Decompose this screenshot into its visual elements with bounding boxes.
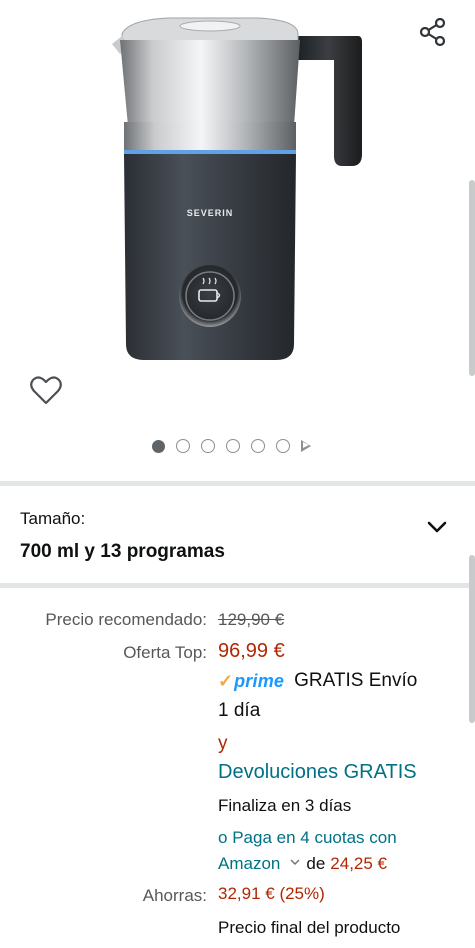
- recommended-price-label: Precio recomendado:: [45, 610, 207, 629]
- brand-logo: SEVERIN: [187, 208, 234, 218]
- free-returns-link[interactable]: Devoluciones GRATIS: [218, 761, 417, 784]
- savings-label: Ahorras:: [142, 886, 207, 905]
- final-price-note: Precio final del producto: [218, 918, 401, 937]
- size-selector[interactable]: Tamaño: 700 ml y 13 programas: [0, 487, 475, 583]
- section-divider: [0, 481, 475, 486]
- chevron-down-icon[interactable]: [426, 519, 448, 535]
- installments-of: de: [306, 854, 326, 873]
- play-triangle-icon[interactable]: [301, 440, 311, 452]
- product-image[interactable]: SEVERIN: [108, 14, 368, 369]
- heart-icon[interactable]: [28, 372, 64, 408]
- savings-value: 32,91 € (25%): [218, 884, 325, 903]
- share-icon[interactable]: [418, 16, 450, 48]
- prime-shipping[interactable]: ✓ prime GRATIS Envío: [218, 670, 417, 692]
- installments-link-amazon[interactable]: Amazon: [218, 854, 280, 874]
- installments-line[interactable]: o Paga en 4 cuotas con: [218, 828, 397, 848]
- installments-prefix: o: [218, 828, 228, 847]
- carousel-dot[interactable]: [226, 439, 240, 453]
- scrollbar-thumb[interactable]: [469, 555, 475, 723]
- chevron-down-icon[interactable]: [290, 859, 300, 866]
- installments-amount: 24,25 €: [330, 854, 388, 873]
- installments-link[interactable]: Paga en 4 cuotas con: [232, 828, 396, 847]
- prime-logo: prime: [234, 670, 285, 691]
- shipping-text: GRATIS Envío: [294, 670, 418, 691]
- and-text: y: [218, 733, 228, 754]
- carousel-dot[interactable]: [176, 439, 190, 453]
- carousel-dot[interactable]: [276, 439, 290, 453]
- deal-ends-text: Finaliza en 3 días: [218, 796, 352, 815]
- scrollbar-thumb[interactable]: [469, 180, 475, 376]
- recommended-price: 129,90 €: [218, 610, 285, 629]
- size-label: Tamaño:: [20, 509, 86, 528]
- product-image-area[interactable]: SEVERIN: [0, 0, 475, 482]
- section-divider: [0, 583, 475, 588]
- offer-label: Oferta Top:: [123, 643, 207, 662]
- size-value[interactable]: 700 ml y 13 programas: [20, 541, 225, 563]
- carousel-dot[interactable]: [201, 439, 215, 453]
- installments-line-2[interactable]: Amazon de 24,25 €: [218, 854, 387, 874]
- offer-price: 96,99 €: [218, 640, 285, 662]
- carousel-dot[interactable]: [251, 439, 265, 453]
- carousel-dot[interactable]: [152, 439, 165, 453]
- prime-check-icon: ✓: [218, 670, 234, 691]
- shipping-time: 1 día: [218, 700, 261, 721]
- carousel-indicator[interactable]: [152, 438, 311, 454]
